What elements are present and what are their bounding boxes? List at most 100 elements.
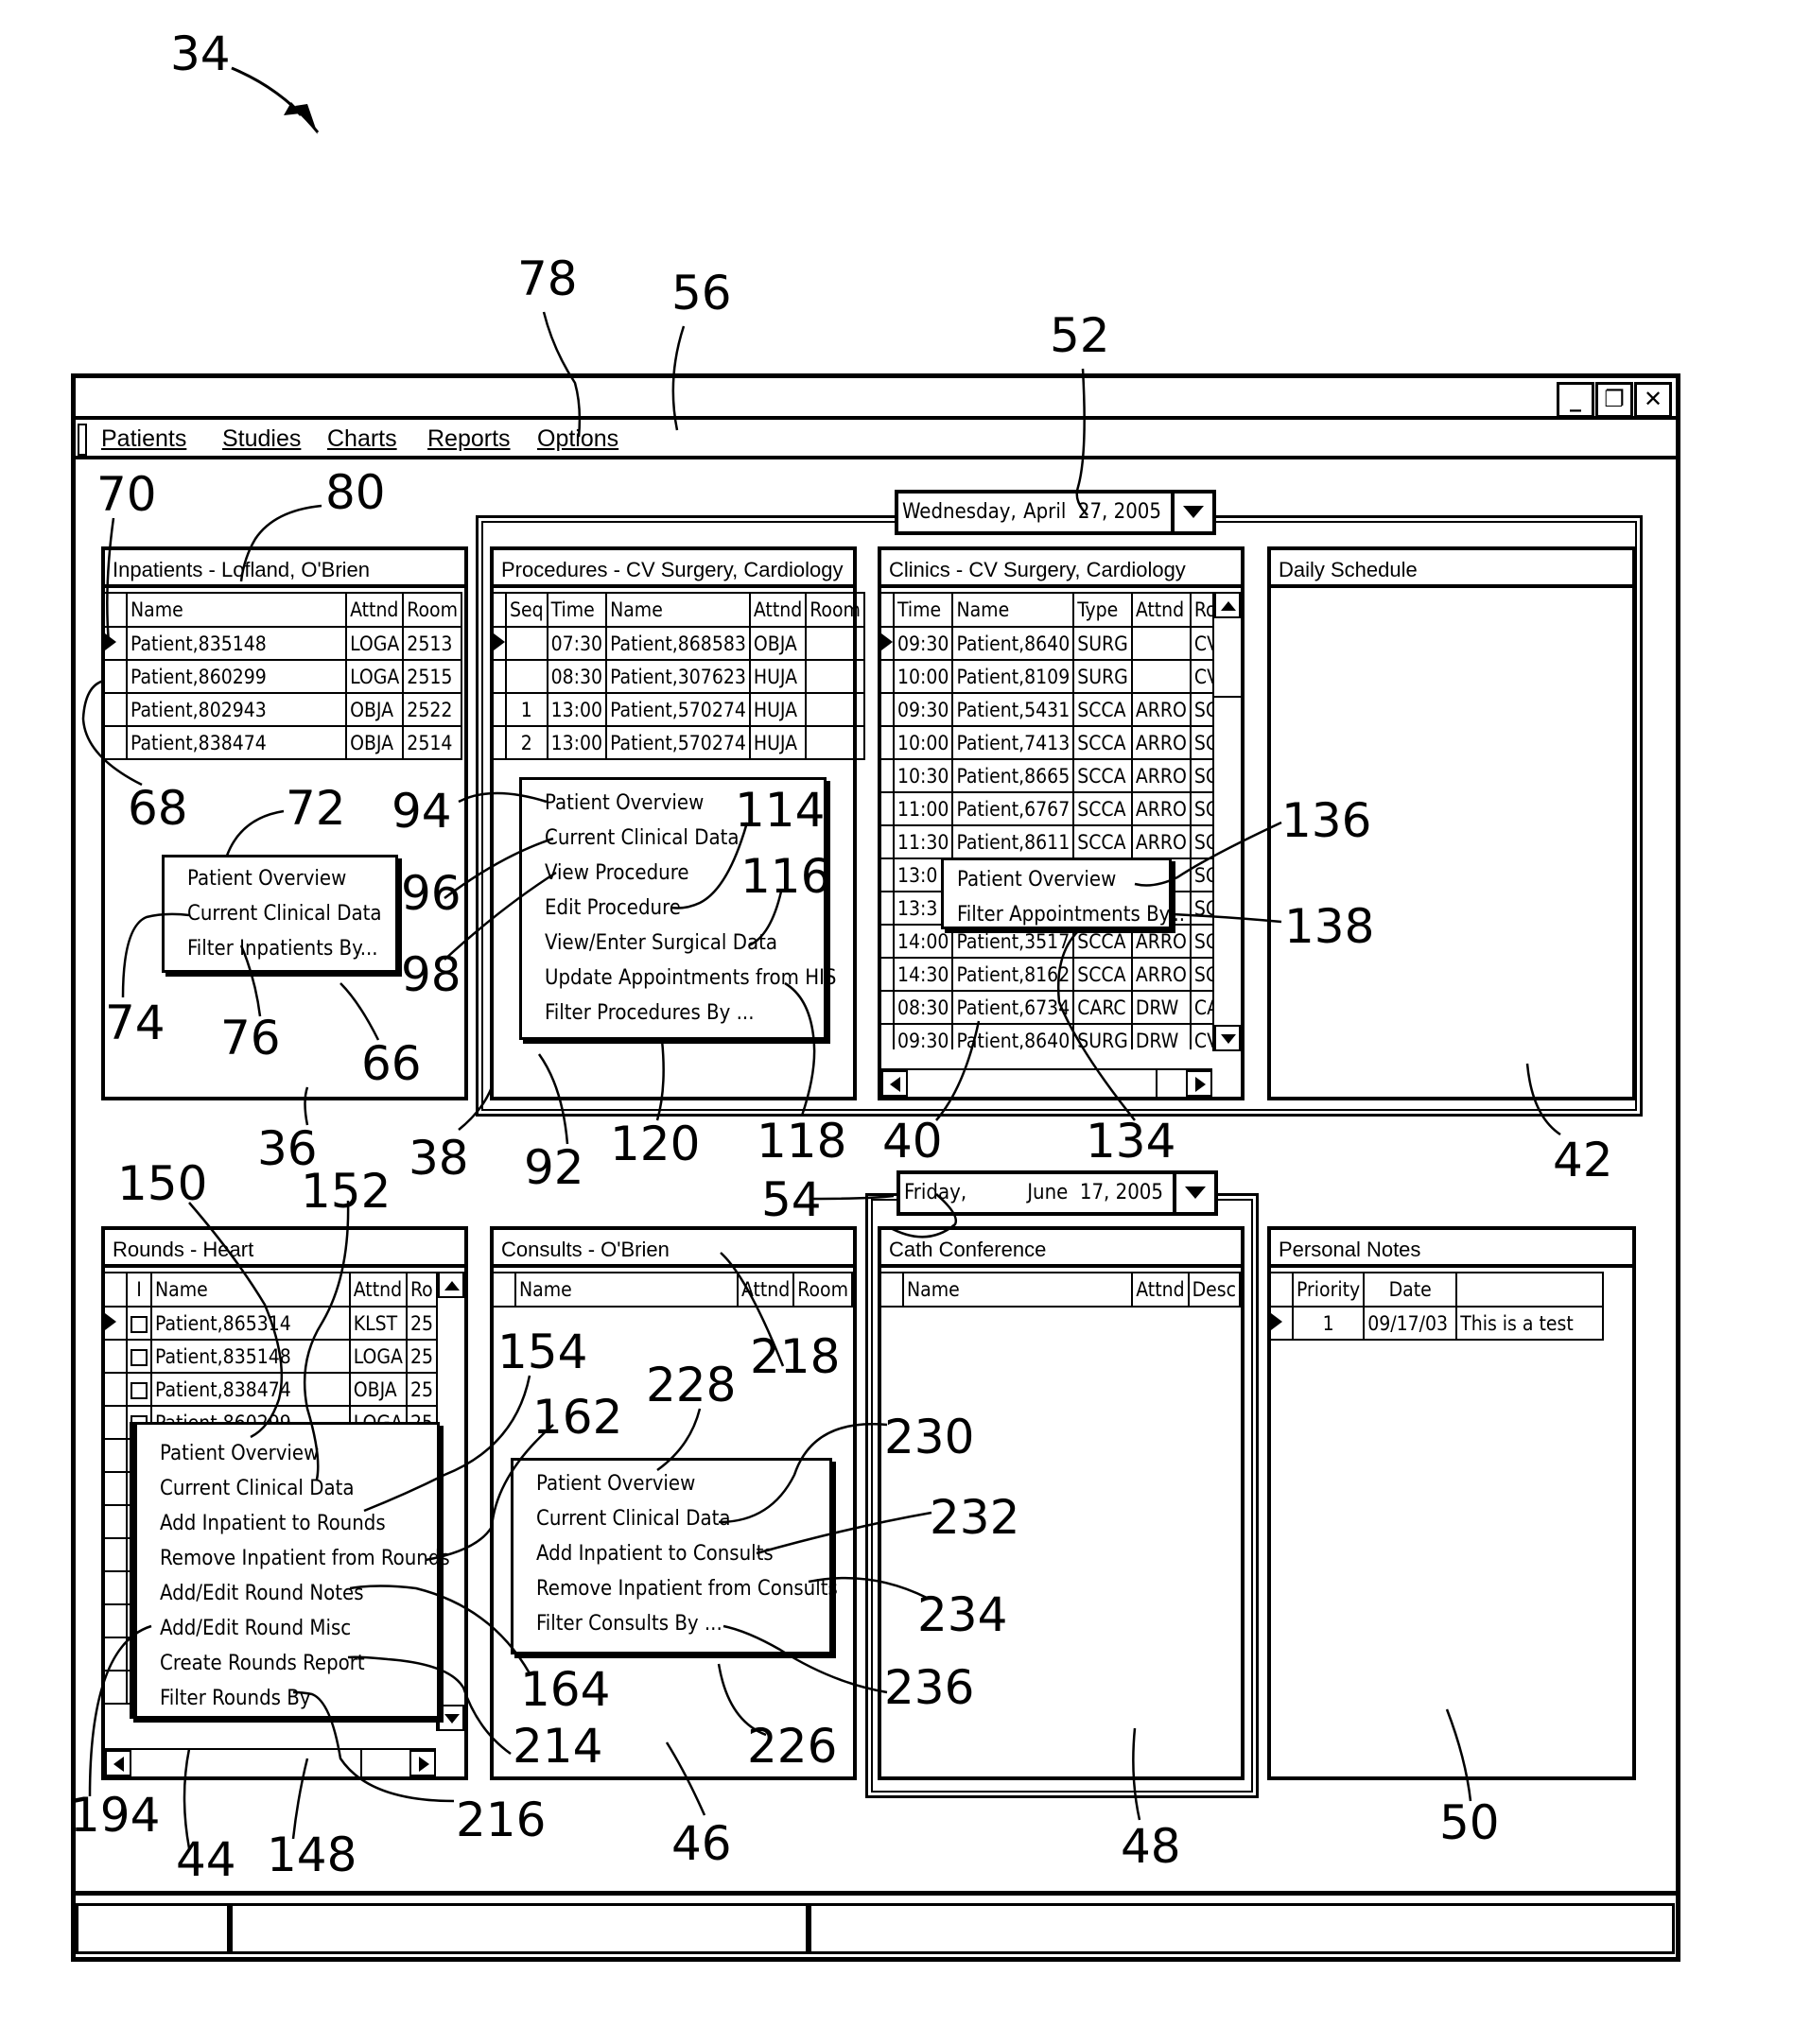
- menu-item-add-edit-round-misc[interactable]: Add/Edit Round Misc: [137, 1611, 437, 1646]
- cell-name[interactable]: Patient,570274: [605, 725, 751, 760]
- cell-attnd[interactable]: DRW: [1130, 1023, 1192, 1049]
- menu-options[interactable]: Options: [537, 425, 618, 453]
- cell-name[interactable]: Patient,802943: [125, 692, 348, 727]
- row-selector[interactable]: [492, 659, 507, 694]
- row-selector[interactable]: [881, 990, 895, 1025]
- cell-room[interactable]: SC: [1189, 957, 1212, 992]
- table-row[interactable]: Patient,865314 KLST 25: [105, 1306, 436, 1341]
- scroll-left-icon[interactable]: [881, 1070, 908, 1097]
- cell-name[interactable]: Patient,7413: [951, 725, 1075, 760]
- cell-attnd[interactable]: ARRO: [1130, 824, 1192, 859]
- column-header-name[interactable]: Name: [901, 1272, 1134, 1308]
- menu-studies[interactable]: Studies: [222, 425, 301, 453]
- row-selector[interactable]: [1269, 1306, 1294, 1341]
- cell-time[interactable]: 10:00: [892, 725, 954, 760]
- table-row[interactable]: 09:30Patient,8640SURG CV: [881, 626, 1212, 661]
- cell-attnd[interactable]: ARRO: [1130, 758, 1192, 793]
- menu-item-filter-appointments[interactable]: Filter Appointments By...: [944, 897, 1185, 932]
- column-header-name[interactable]: Name: [514, 1272, 739, 1308]
- cell-time[interactable]: 11:30: [892, 824, 954, 859]
- cell-room[interactable]: SC: [1189, 891, 1212, 926]
- cell-time[interactable]: 09:30: [892, 1023, 954, 1049]
- row-selector[interactable]: [881, 758, 895, 793]
- row-selector[interactable]: [105, 1570, 128, 1605]
- scroll-down-icon[interactable]: [1214, 1025, 1241, 1051]
- column-header-seq[interactable]: Seq: [505, 592, 548, 628]
- cell-type[interactable]: SURG: [1072, 1023, 1133, 1049]
- cell-name[interactable]: Patient,5431: [951, 692, 1075, 727]
- dropdown-arrow-icon[interactable]: [1171, 494, 1212, 531]
- cell-attnd[interactable]: DRW: [1130, 990, 1192, 1025]
- cell-type[interactable]: SCCA: [1072, 725, 1133, 760]
- row-selector[interactable]: [105, 1339, 128, 1374]
- cell-time[interactable]: 10:00: [892, 659, 954, 694]
- column-header-room[interactable]: Ro: [405, 1272, 436, 1308]
- cell-room[interactable]: 25: [405, 1306, 436, 1341]
- menu-item-create-rounds-report[interactable]: Create Rounds Report: [137, 1646, 437, 1681]
- cell-include[interactable]: [126, 1339, 152, 1374]
- row-selector[interactable]: [103, 626, 128, 661]
- cell-room[interactable]: CV: [1189, 1023, 1212, 1049]
- cell-type[interactable]: SCCA: [1072, 692, 1133, 727]
- table-row[interactable]: 10:00Patient,8109SURG CV: [881, 659, 1212, 694]
- cell-attnd[interactable]: LOGA: [345, 626, 405, 661]
- table-row[interactable]: Patient,835148 LOGA 2513: [103, 626, 462, 661]
- row-selector[interactable]: [492, 626, 507, 661]
- cell-attnd[interactable]: ARRO: [1130, 957, 1192, 992]
- menu-item-patient-overview[interactable]: Patient Overview: [137, 1436, 437, 1471]
- menu-item-remove-inpatient-from-consults[interactable]: Remove Inpatient from Consults: [514, 1571, 838, 1606]
- cell-room[interactable]: CV: [1189, 626, 1212, 661]
- column-header-room[interactable]: Ro: [1189, 592, 1212, 628]
- cell-time[interactable]: 10:30: [892, 758, 954, 793]
- cell-seq[interactable]: 1: [505, 692, 548, 727]
- checkbox[interactable]: [131, 1381, 148, 1399]
- cell-room[interactable]: SC: [1189, 725, 1212, 760]
- checkbox[interactable]: [131, 1315, 148, 1333]
- column-header-time[interactable]: Time: [546, 592, 608, 628]
- table-row[interactable]: 10:00Patient,7413SCCAARROSC: [881, 725, 1212, 760]
- column-header-attnd[interactable]: Attnd: [1131, 1272, 1190, 1308]
- cell-type[interactable]: SURG: [1072, 659, 1133, 694]
- rounds-vertical-scrollbar[interactable]: [436, 1272, 464, 1731]
- cell-attnd[interactable]: [1130, 626, 1192, 661]
- table-row[interactable]: 11:30Patient,8611SCCAARROSC: [881, 824, 1212, 859]
- table-row[interactable]: Patient,838474 OBJA 2514: [103, 725, 462, 760]
- row-selector[interactable]: [105, 1637, 128, 1672]
- row-selector[interactable]: [103, 659, 128, 694]
- cell-attnd[interactable]: HUJA: [748, 692, 808, 727]
- menu-item-add-inpatient-to-consults[interactable]: Add Inpatient to Consults: [514, 1536, 829, 1571]
- row-selector[interactable]: [105, 1306, 128, 1341]
- table-row[interactable]: 09:30Patient,8640SURGDRWCV: [881, 1023, 1212, 1049]
- cell-name[interactable]: Patient,8640: [951, 1023, 1075, 1049]
- cell-name[interactable]: Patient,835148: [125, 626, 348, 661]
- column-header-attnd[interactable]: Attnd: [348, 1272, 408, 1308]
- cell-type[interactable]: SCCA: [1072, 758, 1133, 793]
- cell-name[interactable]: Patient,838474: [150, 1372, 351, 1407]
- cell-attnd[interactable]: OBJA: [345, 725, 405, 760]
- scroll-left-icon[interactable]: [105, 1750, 131, 1776]
- row-selector[interactable]: [881, 659, 895, 694]
- menu-item-filter-procedures[interactable]: Filter Procedures By ...: [522, 996, 824, 1031]
- row-selector[interactable]: [881, 626, 895, 661]
- cell-time[interactable]: 09:30: [892, 626, 954, 661]
- menu-item-patient-overview[interactable]: Patient Overview: [514, 1466, 829, 1501]
- cell-date[interactable]: 09/17/03: [1363, 1306, 1458, 1341]
- cell-attnd[interactable]: LOGA: [345, 659, 405, 694]
- menu-reports[interactable]: Reports: [427, 425, 511, 453]
- cell-time[interactable]: 11:00: [892, 791, 954, 826]
- menu-item-update-appointments-his[interactable]: Update Appointments from HIS: [522, 961, 837, 996]
- row-selector[interactable]: [881, 857, 895, 892]
- cell-seq[interactable]: [505, 659, 548, 694]
- cell-name[interactable]: Patient,8640: [951, 626, 1075, 661]
- scroll-up-icon[interactable]: [1214, 592, 1241, 618]
- table-row[interactable]: 11:00Patient,6767SCCAARROSC: [881, 791, 1212, 826]
- cell-name[interactable]: Patient,6767: [951, 791, 1075, 826]
- cell-name[interactable]: Patient,6734: [951, 990, 1075, 1025]
- table-row[interactable]: 08:30 Patient,307623 HUJA: [492, 659, 865, 694]
- cell-room[interactable]: 2513: [402, 626, 462, 661]
- row-selector[interactable]: [105, 1504, 128, 1539]
- cell-name[interactable]: Patient,8162: [951, 957, 1075, 992]
- scroll-right-icon[interactable]: [1186, 1070, 1212, 1097]
- column-header-room[interactable]: Room: [792, 1272, 853, 1308]
- column-header-room[interactable]: Room: [402, 592, 462, 628]
